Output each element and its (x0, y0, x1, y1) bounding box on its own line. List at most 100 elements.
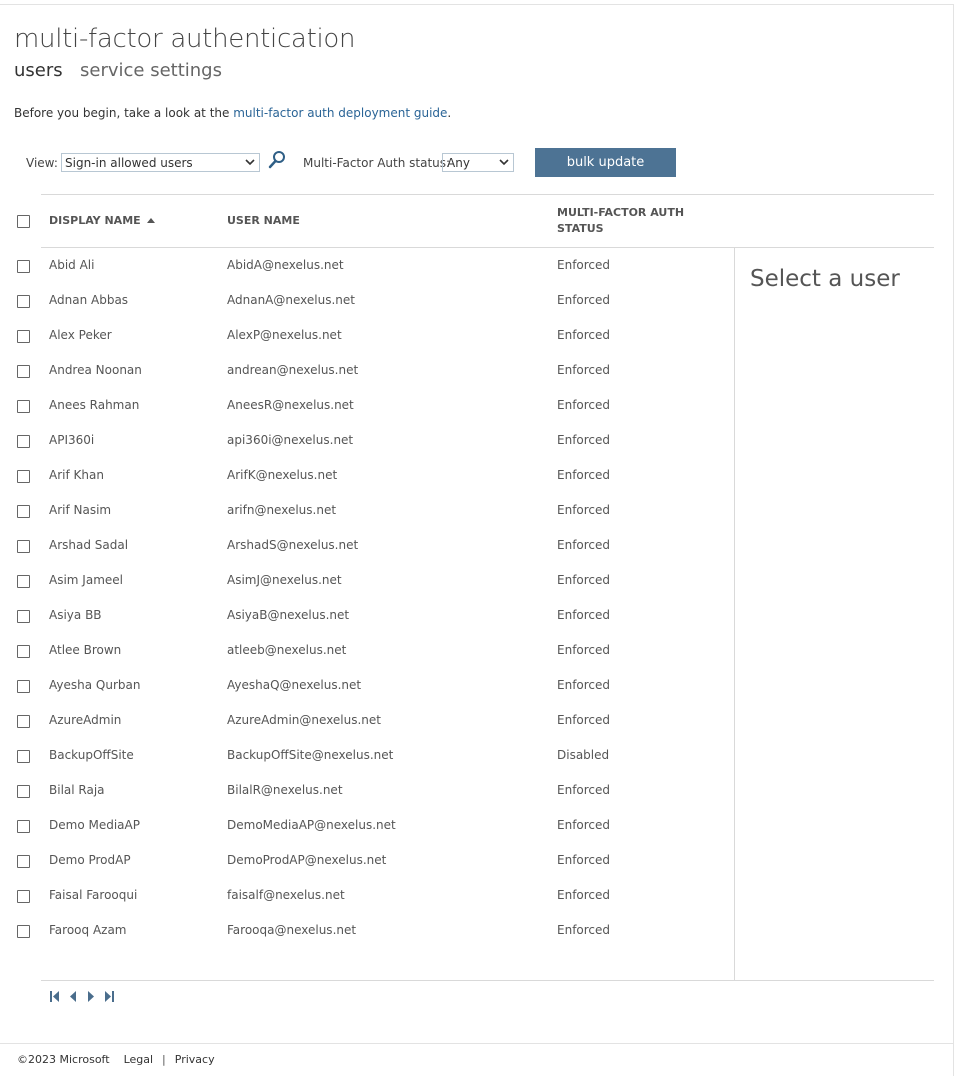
tab-service-settings[interactable]: service settings (80, 60, 222, 81)
legal-link[interactable]: Legal (124, 1053, 153, 1066)
row-checkbox[interactable] (17, 785, 30, 798)
intro-prefix: Before you begin, take a look at the (14, 106, 234, 120)
mfa-status-select[interactable]: Any (442, 153, 514, 172)
table-row[interactable]: Faisal Farooqui faisalf@nexelus.net Enforc… (0, 878, 735, 913)
display-name-cell: Ayesha Qurban (49, 678, 141, 692)
table-row[interactable]: Anees Rahman AneesR@nexelus.net Enforced (0, 388, 735, 423)
row-checkbox[interactable] (17, 470, 30, 483)
display-name-cell: Andrea Noonan (49, 363, 142, 377)
view-label: View: (26, 156, 58, 170)
user-name-cell: AbidA@nexelus.net (227, 258, 344, 272)
user-name-cell: DemoProdAP@nexelus.net (227, 853, 387, 867)
row-checkbox[interactable] (17, 890, 30, 903)
table-row[interactable]: Demo MediaAP DemoMediaAP@nexelus.net Enfor… (0, 808, 735, 843)
table-row[interactable]: Abid Ali AbidA@nexelus.net Enforced (0, 248, 735, 283)
user-name-cell: faisalf@nexelus.net (227, 888, 345, 902)
row-checkbox[interactable] (17, 610, 30, 623)
row-checkbox[interactable] (17, 645, 30, 658)
mfa-status-cell: Enforced (557, 573, 611, 587)
table-row[interactable]: API360i api360i@nexelus.net Enforced (0, 423, 735, 458)
footer-separator: | (162, 1053, 166, 1066)
table-row[interactable]: AzureAdmin AzureAdmin@nexelus.net Enforced (0, 703, 735, 738)
display-name-cell: Arshad Sadal (49, 538, 129, 552)
mfa-status-select-value: Any (447, 156, 470, 170)
header-display-name[interactable]: DISPLAY NAME (49, 213, 155, 229)
header-mfa-status[interactable]: MULTI-FACTOR AUTH STATUS (557, 205, 684, 237)
row-checkbox[interactable] (17, 750, 30, 763)
row-checkbox[interactable] (17, 855, 30, 868)
first-page-icon[interactable] (49, 990, 60, 1003)
user-name-cell: ArifK@nexelus.net (227, 468, 338, 482)
row-checkbox[interactable] (17, 400, 30, 413)
row-checkbox[interactable] (17, 295, 30, 308)
row-checkbox[interactable] (17, 435, 30, 448)
row-checkbox[interactable] (17, 820, 30, 833)
header-user-name[interactable]: USER NAME (227, 213, 300, 229)
table-row[interactable]: Bilal Raja BilalR@nexelus.net Enforced (0, 773, 735, 808)
table-row[interactable]: Demo ProdAP DemoProdAP@nexelus.net Enforce… (0, 843, 735, 878)
view-select-value: Sign-in allowed users (65, 156, 193, 170)
row-checkbox[interactable] (17, 680, 30, 693)
mfa-status-cell: Enforced (557, 783, 611, 797)
select-all-checkbox[interactable] (17, 215, 30, 228)
table-row[interactable]: BackupOffSite BackupOffSite@nexelus.net Di… (0, 738, 735, 773)
row-checkbox[interactable] (17, 575, 30, 588)
display-name-cell: Farooq Azam (49, 923, 127, 937)
mfa-status-cell: Enforced (557, 538, 611, 552)
mfa-status-cell: Enforced (557, 328, 611, 342)
table-row[interactable]: Arshad Sadal ArshadS@nexelus.net Enforced (0, 528, 735, 563)
previous-page-icon[interactable] (68, 990, 77, 1003)
table-row[interactable]: Andrea Noonan andrean@nexelus.net Enforced (0, 353, 735, 388)
table-row[interactable]: Arif Nasim arifn@nexelus.net Enforced (0, 493, 735, 528)
mfa-status-label: Multi-Factor Auth status: (303, 156, 451, 170)
search-icon[interactable] (268, 150, 286, 170)
row-checkbox[interactable] (17, 925, 30, 938)
view-select[interactable]: Sign-in allowed users (61, 153, 260, 172)
header-mfa-status-line1: MULTI-FACTOR AUTH (557, 206, 685, 219)
privacy-link[interactable]: Privacy (175, 1053, 215, 1066)
display-name-cell: Alex Peker (49, 328, 112, 342)
table-row[interactable]: Atlee Brown atleeb@nexelus.net Enforced (0, 633, 735, 668)
row-checkbox[interactable] (17, 540, 30, 553)
display-name-cell: Atlee Brown (49, 643, 122, 657)
display-name-cell: Asiya BB (49, 608, 102, 622)
user-name-cell: DemoMediaAP@nexelus.net (227, 818, 396, 832)
mfa-page: multi-factor authentication users servic… (0, 0, 957, 1076)
user-name-cell: AsimJ@nexelus.net (227, 573, 342, 587)
table-row[interactable]: Farooq Azam Farooqa@nexelus.net Enforced (0, 913, 735, 948)
display-name-cell: Demo ProdAP (49, 853, 131, 867)
mfa-status-cell: Enforced (557, 258, 611, 272)
intro-suffix: . (447, 106, 452, 120)
table-row[interactable]: Asim Jameel AsimJ@nexelus.net Enforced (0, 563, 735, 598)
table-row[interactable]: Alex Peker AlexP@nexelus.net Enforced (0, 318, 735, 353)
row-checkbox[interactable] (17, 505, 30, 518)
table-row[interactable]: Ayesha Qurban AyeshaQ@nexelus.net Enforced (0, 668, 735, 703)
row-checkbox[interactable] (17, 365, 30, 378)
tab-users[interactable]: users (14, 60, 63, 81)
table-row[interactable]: Arif Khan ArifK@nexelus.net Enforced (0, 458, 735, 493)
display-name-cell: Faisal Farooqui (49, 888, 138, 902)
mfa-status-cell: Enforced (557, 853, 611, 867)
header-display-name-label: DISPLAY NAME (49, 214, 141, 227)
table-row[interactable]: Adnan Abbas AdnanA@nexelus.net Enforced (0, 283, 735, 318)
next-page-icon[interactable] (87, 990, 96, 1003)
top-border (0, 4, 953, 5)
display-name-cell: Arif Khan (49, 468, 104, 482)
mfa-status-cell: Enforced (557, 398, 611, 412)
bulk-update-button[interactable]: bulk update (535, 148, 676, 177)
row-checkbox[interactable] (17, 715, 30, 728)
side-panel-title: Select a user (750, 266, 900, 292)
mfa-status-cell: Enforced (557, 293, 611, 307)
user-name-cell: api360i@nexelus.net (227, 433, 354, 447)
user-name-cell: AzureAdmin@nexelus.net (227, 713, 382, 727)
table-row[interactable]: Asiya BB AsiyaB@nexelus.net Enforced (0, 598, 735, 633)
intro-text: Before you begin, take a look at the mul… (14, 106, 451, 120)
display-name-cell: Anees Rahman (49, 398, 140, 412)
display-name-cell: AzureAdmin (49, 713, 122, 727)
table-bottom-divider (41, 980, 934, 981)
deployment-guide-link[interactable]: multi-factor auth deployment guide (233, 106, 447, 120)
row-checkbox[interactable] (17, 330, 30, 343)
row-checkbox[interactable] (17, 260, 30, 273)
display-name-cell: Abid Ali (49, 258, 95, 272)
last-page-icon[interactable] (104, 990, 115, 1003)
